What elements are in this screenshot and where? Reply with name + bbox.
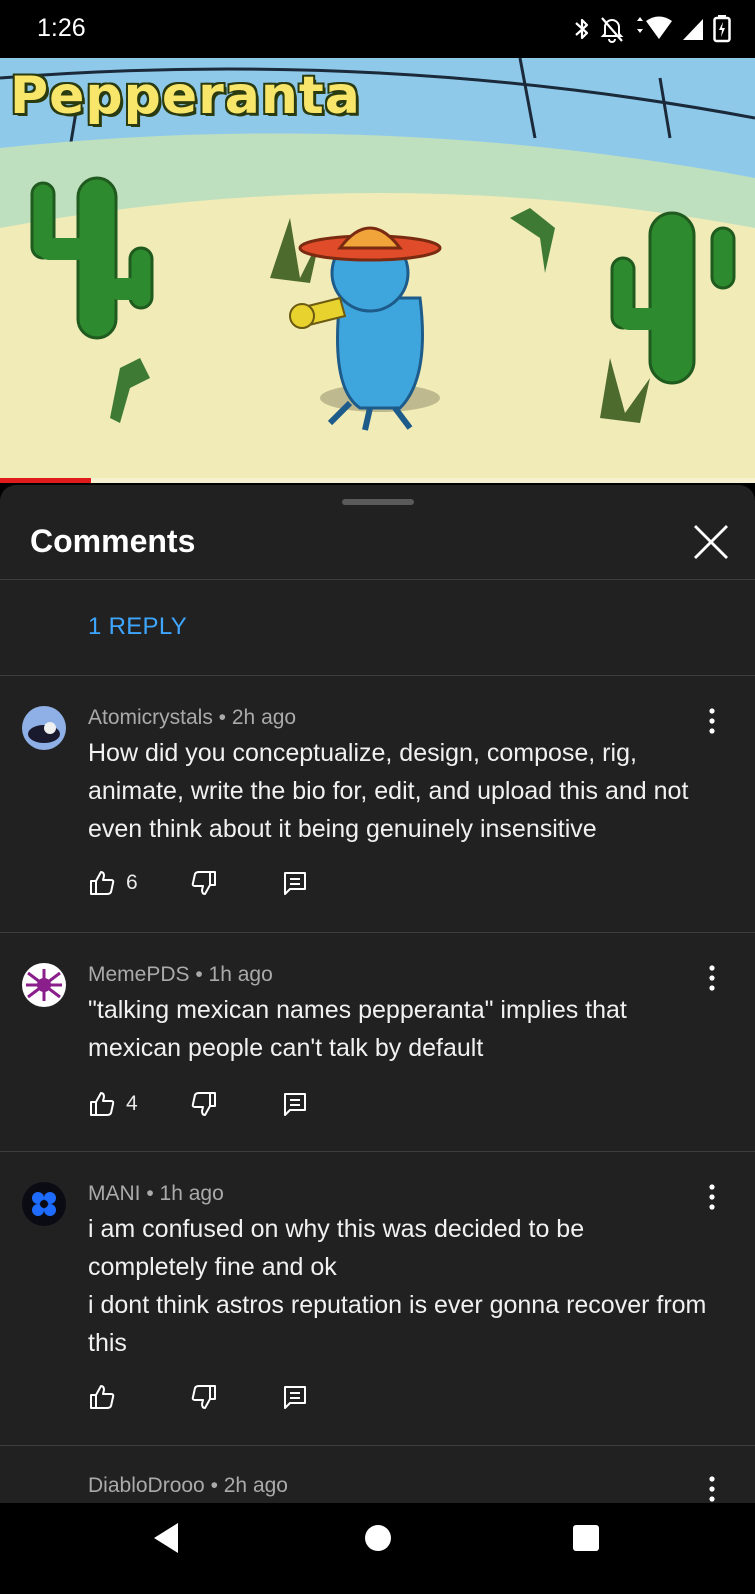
- reply-icon: [284, 1386, 306, 1409]
- comment-meta: DiabloDrooo • 2h ago: [88, 1474, 288, 1497]
- view-replies-link[interactable]: 1 REPLY: [88, 613, 187, 641]
- avatar[interactable]: [22, 963, 66, 1007]
- comment-actions: 6: [88, 866, 308, 900]
- battery-icon: [713, 15, 731, 43]
- comment-item: MemePDS • 1h ago "talking mexican names …: [0, 933, 755, 1152]
- nav-recents-icon: [573, 1525, 599, 1551]
- like-button[interactable]: 6: [88, 869, 190, 897]
- thumb-down-icon: [191, 1385, 216, 1409]
- reply-icon: [284, 872, 306, 895]
- more-options-button[interactable]: [700, 1474, 724, 1504]
- cell-signal-icon: [683, 19, 703, 40]
- nav-home-button[interactable]: [363, 1523, 393, 1558]
- status-bar: 1:26: [0, 0, 755, 58]
- avatar-image: [22, 963, 66, 1007]
- system-nav-bar: [0, 1503, 755, 1594]
- avatar[interactable]: [22, 706, 66, 750]
- comment-item-partial: DiabloDrooo • 2h ago: [0, 1446, 755, 1510]
- comment-meta: MANI • 1h ago: [88, 1182, 224, 1205]
- thumb-up-icon: [90, 871, 115, 895]
- comment-text: "talking mexican names pepperanta" impli…: [88, 996, 627, 1062]
- bluetooth-icon: [575, 18, 589, 40]
- video-player[interactable]: Pepperanta: [0, 58, 755, 483]
- bell-off-icon: [600, 17, 624, 43]
- more-options-button[interactable]: [700, 706, 724, 736]
- nav-recents-button[interactable]: [571, 1523, 601, 1558]
- more-options-button[interactable]: [700, 1182, 724, 1212]
- more-options-button[interactable]: [700, 963, 724, 993]
- dislike-button[interactable]: [190, 1090, 282, 1118]
- dislike-button[interactable]: [190, 869, 282, 897]
- comment-meta: MemePDS • 1h ago: [88, 963, 273, 986]
- video-title-overlay: Pepperanta: [10, 66, 361, 126]
- comment-actions: [88, 1380, 308, 1414]
- thumb-down-icon: [191, 871, 216, 895]
- video-progress-fill: [0, 478, 91, 483]
- more-vert-icon: [709, 1476, 715, 1502]
- more-vert-icon: [709, 708, 715, 734]
- like-count: 6: [126, 871, 138, 894]
- reply-icon: [284, 1093, 306, 1116]
- comment-item: MANI • 1h ago i am confused on why this …: [0, 1152, 755, 1446]
- nav-back-button[interactable]: [150, 1521, 182, 1560]
- sheet-header: Comments: [0, 507, 755, 580]
- reply-row: 1 REPLY: [0, 580, 755, 676]
- comment-meta: Atomicrystals • 2h ago: [88, 706, 297, 729]
- reply-button[interactable]: [282, 1384, 308, 1410]
- nav-home-icon: [365, 1525, 391, 1551]
- comment-text: i am confused on why this was decided to…: [88, 1215, 707, 1357]
- sheet-title: Comments: [30, 523, 196, 559]
- more-vert-icon: [709, 965, 715, 991]
- status-time: 1:26: [37, 14, 86, 42]
- like-button[interactable]: [88, 1383, 190, 1411]
- wifi-icon: [637, 16, 672, 39]
- like-button[interactable]: 4: [88, 1090, 190, 1118]
- status-icons: [573, 14, 731, 44]
- avatar-image: [22, 1182, 66, 1226]
- reply-button[interactable]: [282, 870, 308, 896]
- comment-text: How did you conceptualize, design, compo…: [88, 739, 689, 843]
- close-button[interactable]: [688, 519, 734, 565]
- like-count: 4: [126, 1092, 138, 1115]
- comments-sheet: Comments 1 REPLY Atomicrystals • 2h ago …: [0, 485, 755, 1510]
- more-vert-icon: [709, 1184, 715, 1210]
- thumb-up-icon: [90, 1092, 115, 1116]
- avatar-image: [22, 706, 66, 750]
- avatar[interactable]: [22, 1182, 66, 1226]
- thumb-down-icon: [191, 1092, 216, 1116]
- nav-back-icon: [154, 1523, 178, 1553]
- comment-actions: 4: [88, 1087, 308, 1121]
- thumb-up-icon: [90, 1385, 115, 1409]
- dislike-button[interactable]: [190, 1383, 282, 1411]
- video-progress-bar[interactable]: [0, 478, 755, 483]
- reply-button[interactable]: [282, 1091, 308, 1117]
- close-icon: [694, 525, 728, 559]
- drag-handle[interactable]: [342, 499, 414, 505]
- comment-item: Atomicrystals • 2h ago How did you conce…: [0, 676, 755, 933]
